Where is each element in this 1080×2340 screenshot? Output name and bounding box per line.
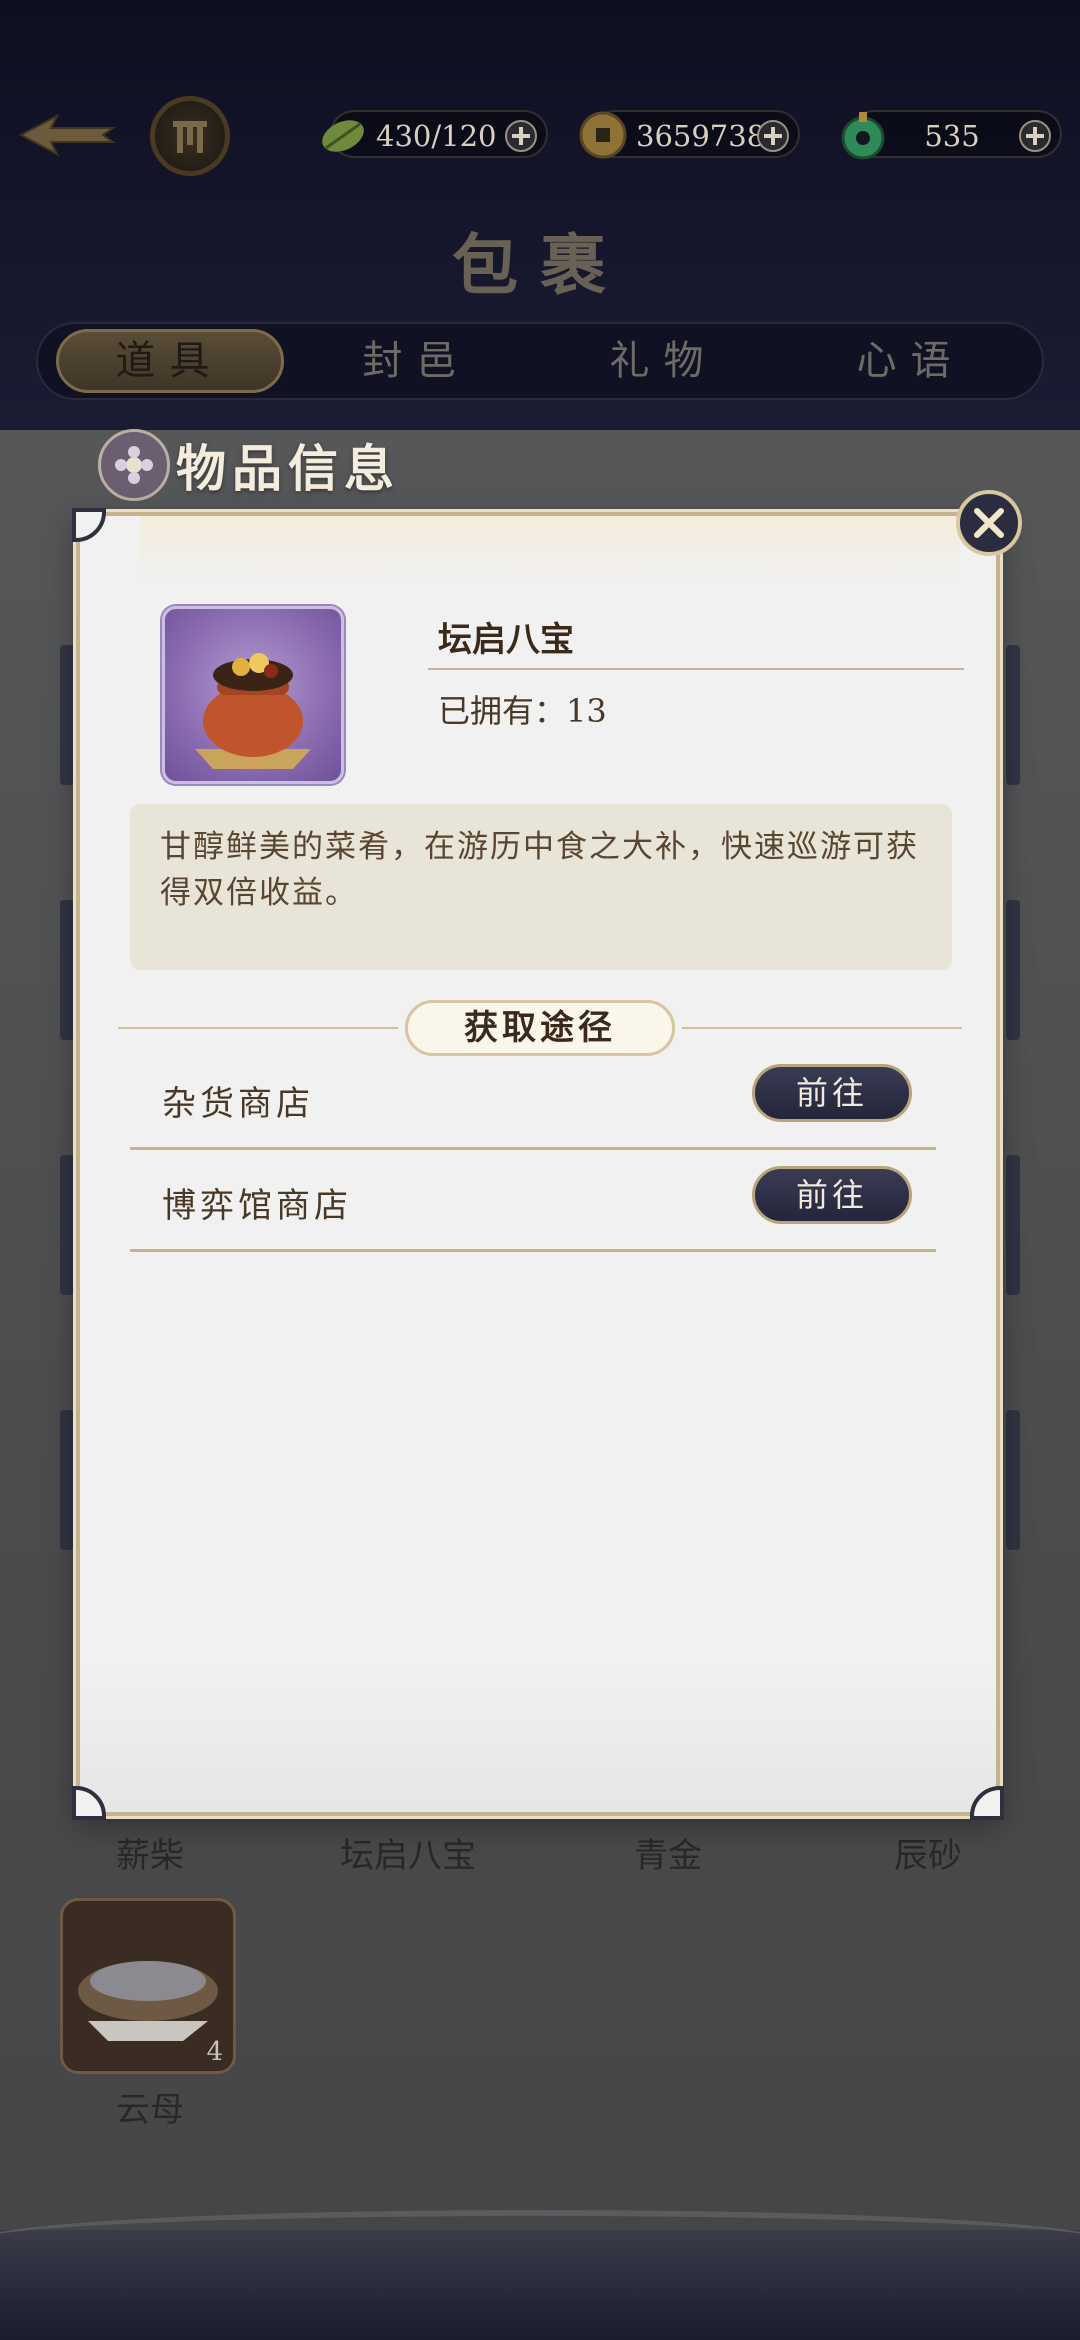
source-row: 杂货商店 前往 bbox=[130, 1050, 936, 1150]
section-title: 物品信息 bbox=[176, 439, 400, 498]
grid-tile-edge bbox=[60, 1155, 74, 1295]
divider bbox=[130, 1249, 936, 1252]
jade-resource: 535 bbox=[841, 110, 1062, 160]
section-header: 物品信息 bbox=[98, 425, 400, 505]
grid-item-label: 青金 bbox=[634, 1836, 702, 1876]
tab-messages[interactable]: 心语 bbox=[797, 329, 1025, 393]
grid-tile-edge bbox=[60, 900, 74, 1040]
stamina-value: 430/120 bbox=[376, 119, 497, 153]
back-button[interactable] bbox=[12, 95, 122, 175]
jade-icon bbox=[834, 106, 892, 164]
grid-item-label: 辰砂 bbox=[894, 1836, 962, 1876]
source-name: 杂货商店 bbox=[162, 1084, 314, 1124]
bottom-decoration bbox=[0, 2210, 1080, 2340]
item-owned-count: 已拥有：13 bbox=[438, 692, 607, 730]
plus-icon bbox=[1019, 120, 1051, 152]
add-coins-button[interactable] bbox=[754, 117, 792, 155]
sources-title: 获取途径 bbox=[405, 1000, 675, 1056]
grid-tile-edge bbox=[1006, 645, 1020, 785]
plus-icon bbox=[505, 120, 537, 152]
plus-icon bbox=[757, 120, 789, 152]
back-arrow-icon bbox=[18, 113, 117, 157]
coins-value: 3659738 bbox=[636, 119, 766, 153]
coin-icon bbox=[574, 106, 632, 164]
go-button[interactable]: 前往 bbox=[752, 1064, 912, 1122]
source-row: 博弈馆商店 前往 bbox=[130, 1152, 936, 1252]
grid-item-label: 云母 bbox=[116, 2090, 184, 2130]
leaf-icon bbox=[314, 106, 372, 164]
divider bbox=[130, 1147, 936, 1150]
tab-fief[interactable]: 封邑 bbox=[303, 329, 531, 393]
item-image bbox=[162, 606, 344, 784]
flower-emblem-icon bbox=[98, 429, 170, 501]
tab-gifts[interactable]: 礼物 bbox=[550, 329, 778, 393]
grid-tile-edge bbox=[1006, 1410, 1020, 1550]
gate-icon bbox=[173, 121, 207, 153]
corner-ornament bbox=[72, 508, 106, 542]
add-stamina-button[interactable] bbox=[502, 117, 540, 155]
jade-value: 535 bbox=[924, 119, 980, 153]
grid-item-tile[interactable]: 4 bbox=[60, 1898, 236, 2074]
grid-tile-edge bbox=[1006, 1155, 1020, 1295]
grid-item-label: 坛启八宝 bbox=[340, 1836, 476, 1876]
item-name: 坛启八宝 bbox=[438, 620, 574, 660]
grid-item-label: 薪柴 bbox=[116, 1836, 184, 1876]
coins-resource: 3659738 bbox=[579, 110, 800, 159]
grid-tile-edge bbox=[1006, 900, 1020, 1040]
go-button[interactable]: 前往 bbox=[752, 1166, 912, 1224]
close-button[interactable] bbox=[956, 490, 1022, 556]
item-description: 甘醇鲜美的菜肴，在游历中食之大补，快速巡游可获得双倍收益。 bbox=[130, 804, 952, 970]
sources-header: 获取途径 bbox=[118, 1000, 962, 1056]
stamina-resource: 430/120 bbox=[322, 110, 548, 158]
source-name: 博弈馆商店 bbox=[162, 1186, 352, 1226]
clay-pot-icon bbox=[195, 653, 311, 769]
home-button[interactable] bbox=[150, 96, 230, 176]
divider bbox=[428, 668, 964, 670]
tab-items[interactable]: 道具 bbox=[55, 329, 284, 393]
add-jade-button[interactable] bbox=[1016, 117, 1054, 155]
tab-bar: 道具 封邑 礼物 心语 bbox=[36, 322, 1044, 400]
close-icon bbox=[974, 508, 1004, 538]
item-count: 4 bbox=[206, 2037, 223, 2067]
page-title: 包裹 bbox=[452, 226, 628, 304]
grid-tile-edge bbox=[60, 645, 74, 785]
grid-tile-edge bbox=[60, 1410, 74, 1550]
